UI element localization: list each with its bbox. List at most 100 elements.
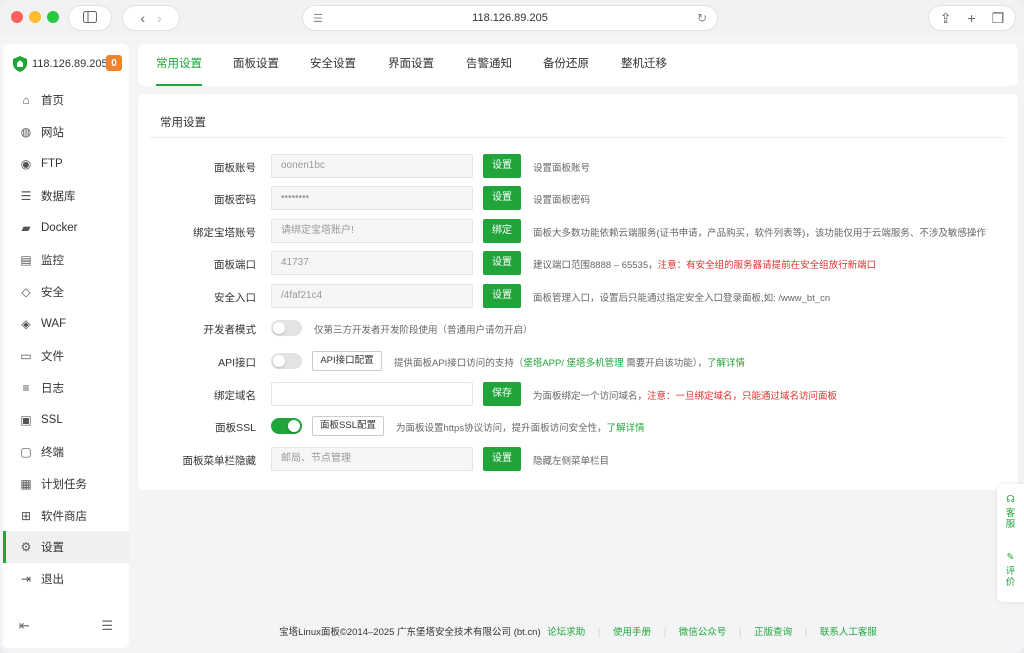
sidebar-item-home[interactable]: ⌂ 首页 bbox=[3, 84, 129, 116]
sidebar: 118.126.89.205 0 ⌂ 首页 ◍ 网站 ◉ FTP ☰ 数据库 ▰ Dock… bbox=[3, 44, 129, 648]
page-footer: 宝塔Linux面板©2014–2025 广东堡塔安全技术有限公司 (bt.cn)… bbox=[279, 627, 877, 638]
bt-multi-link[interactable]: 堡塔多机管理 bbox=[567, 358, 624, 369]
footer-link-genuine[interactable]: 正版查询 bbox=[754, 627, 792, 638]
toolbar-right: ⇪ + ❐ bbox=[928, 5, 1016, 31]
domain-input[interactable] bbox=[271, 382, 473, 406]
customer-service-button[interactable]: ☊ 客服 bbox=[997, 494, 1024, 530]
ssl-learn-more-link[interactable]: 了解详情 bbox=[607, 423, 645, 434]
bind-button[interactable]: 绑定 bbox=[483, 219, 521, 243]
feedback-button[interactable]: ✎ 评价 bbox=[997, 552, 1024, 588]
log-icon: ≡ bbox=[22, 381, 30, 395]
forward-icon[interactable]: › bbox=[157, 11, 162, 25]
copyright: 宝塔Linux面板©2014–2025 广东堡塔安全技术有限公司 (bt.cn) bbox=[279, 627, 541, 638]
row-bind-domain: 绑定域名 保存 为面板绑定一个访问域名，注意：一旦绑定域名，只能通过域名访问面板 bbox=[138, 382, 1018, 408]
title-bar: ‹ › ☰ 118.126.89.205 ↻ ⇪ + ❐ bbox=[0, 0, 1024, 36]
password-input[interactable]: •••••••• bbox=[271, 186, 473, 210]
share-icon[interactable]: ⇪ bbox=[940, 11, 952, 25]
bind-account-input[interactable]: 请绑定宝塔账户! bbox=[271, 219, 473, 243]
collapse-sidebar-icon[interactable]: ⇤ bbox=[19, 618, 30, 634]
row-panel-port: 面板端口 41737 设置 建议端口范围8888 – 65535，注意：有安全组… bbox=[138, 251, 1018, 277]
sidebar-item-waf[interactable]: ◈ WAF bbox=[3, 308, 129, 340]
sidebar-item-logs[interactable]: ≡ 日志 bbox=[3, 372, 129, 404]
sidebar-item-terminal[interactable]: ▢ 终端 bbox=[3, 436, 129, 468]
minimize-window-button[interactable] bbox=[29, 11, 41, 23]
headset-icon: ☊ bbox=[1006, 494, 1015, 505]
ftp-icon: ◉ bbox=[20, 157, 32, 171]
url-text: 118.126.89.205 bbox=[472, 12, 548, 24]
terminal-icon: ▢ bbox=[20, 445, 32, 459]
sidebar-item-security[interactable]: ◇ 安全 bbox=[3, 276, 129, 308]
new-tab-icon[interactable]: + bbox=[967, 11, 975, 25]
developer-mode-toggle[interactable] bbox=[271, 320, 302, 336]
tab-backup[interactable]: 备份还原 bbox=[543, 44, 589, 86]
row-security-entry: 安全入口 /4faf21c4 设置 面板管理入口，设置后只能通过指定安全入口登录… bbox=[138, 284, 1018, 310]
task-icon: ▦ bbox=[20, 477, 32, 491]
sidebar-item-store[interactable]: ⊞ 软件商店 bbox=[3, 500, 129, 532]
row-api: API接口 API接口配置 提供面板API接口访问的支持（堡塔APP/ 堡塔多机… bbox=[138, 349, 1018, 375]
back-icon[interactable]: ‹ bbox=[140, 11, 145, 25]
address-bar[interactable]: ☰ 118.126.89.205 ↻ bbox=[302, 5, 718, 31]
row-developer-mode: 开发者模式 仅第三方开发者开发阶段使用（普通用户请勿开启） bbox=[138, 316, 1018, 342]
page-menu-icon[interactable]: ☰ bbox=[313, 12, 323, 25]
tabs-overview-icon[interactable]: ❐ bbox=[992, 11, 1005, 25]
footer-link-manual[interactable]: 使用手册 bbox=[613, 627, 651, 638]
row-panel-account: 面板账号 oonen1bc 设置 设置面板账号 bbox=[138, 154, 1018, 180]
sidebar-toggle-button[interactable] bbox=[68, 5, 112, 31]
port-input[interactable]: 41737 bbox=[271, 251, 473, 275]
notification-badge[interactable]: 0 bbox=[106, 55, 122, 71]
bt-app-link[interactable]: 堡塔APP/ bbox=[523, 358, 564, 369]
port-set-button[interactable]: 设置 bbox=[483, 251, 521, 275]
panel-title: 常用设置 bbox=[160, 117, 206, 129]
waf-icon: ◈ bbox=[21, 317, 31, 331]
sidebar-item-ftp[interactable]: ◉ FTP bbox=[3, 148, 129, 180]
footer-link-support[interactable]: 联系人工客服 bbox=[820, 627, 877, 638]
password-set-button[interactable]: 设置 bbox=[483, 186, 521, 210]
folder-icon: ▭ bbox=[20, 349, 32, 363]
tab-alerts[interactable]: 告警通知 bbox=[466, 44, 512, 86]
tab-common[interactable]: 常用设置 bbox=[156, 44, 202, 86]
account-input[interactable]: oonen1bc bbox=[271, 154, 473, 178]
sidebar-item-docker[interactable]: ▰ Docker bbox=[3, 212, 129, 244]
sidebar-item-monitor[interactable]: ▤ 监控 bbox=[3, 244, 129, 276]
tab-panel[interactable]: 面板设置 bbox=[233, 44, 279, 86]
sidebar-item-cron[interactable]: ▦ 计划任务 bbox=[3, 468, 129, 500]
logout-icon: ⇥ bbox=[20, 572, 32, 586]
entry-set-button[interactable]: 设置 bbox=[483, 284, 521, 308]
ssl-icon: ▣ bbox=[20, 413, 32, 427]
panel-ssl-toggle[interactable] bbox=[271, 418, 302, 434]
database-icon: ☰ bbox=[20, 189, 32, 203]
ssl-config-button[interactable]: 面板SSL配置 bbox=[312, 416, 384, 436]
api-learn-more-link[interactable]: 了解详情 bbox=[707, 358, 745, 369]
sidebar-item-website[interactable]: ◍ 网站 bbox=[3, 116, 129, 148]
domain-save-button[interactable]: 保存 bbox=[483, 382, 521, 406]
menu-hide-select[interactable]: 邮局、节点管理 bbox=[271, 447, 473, 471]
entry-input[interactable]: /4faf21c4 bbox=[271, 284, 473, 308]
sidebar-item-files[interactable]: ▭ 文件 bbox=[3, 340, 129, 372]
close-window-button[interactable] bbox=[11, 11, 23, 23]
sidebar-item-database[interactable]: ☰ 数据库 bbox=[3, 180, 129, 212]
tab-security[interactable]: 安全设置 bbox=[310, 44, 356, 86]
sidebar-item-settings[interactable]: ⚙ 设置 bbox=[3, 531, 129, 563]
tab-interface[interactable]: 界面设置 bbox=[388, 44, 434, 86]
api-config-button[interactable]: API接口配置 bbox=[312, 351, 382, 371]
tab-migration[interactable]: 整机迁移 bbox=[621, 44, 667, 86]
common-settings-panel: 常用设置 面板账号 oonen1bc 设置 设置面板账号 面板密码 ••••••… bbox=[138, 94, 1018, 490]
globe-icon: ◍ bbox=[20, 125, 32, 139]
footer-link-wechat[interactable]: 微信公众号 bbox=[679, 627, 727, 638]
menu-list-icon[interactable]: ☰ bbox=[101, 618, 113, 634]
grid-icon: ⊞ bbox=[20, 509, 32, 523]
settings-tabs: 常用设置 面板设置 安全设置 界面设置 告警通知 备份还原 整机迁移 bbox=[138, 44, 1018, 86]
bt-logo-icon bbox=[13, 56, 27, 72]
browser-window: ‹ › ☰ 118.126.89.205 ↻ ⇪ + ❐ 118.126.89.… bbox=[0, 0, 1024, 653]
nav-buttons: ‹ › bbox=[122, 5, 180, 31]
zoom-window-button[interactable] bbox=[47, 11, 59, 23]
reload-icon[interactable]: ↻ bbox=[697, 11, 707, 25]
sidebar-icon bbox=[83, 11, 97, 25]
account-set-button[interactable]: 设置 bbox=[483, 154, 521, 178]
sidebar-item-logout[interactable]: ⇥ 退出 bbox=[3, 563, 129, 595]
row-panel-ssl: 面板SSL 面板SSL配置 为面板设置https协议访问，提升面板访问安全性，了… bbox=[138, 414, 1018, 440]
menu-hide-set-button[interactable]: 设置 bbox=[483, 447, 521, 471]
footer-link-forum[interactable]: 论坛求助 bbox=[547, 627, 585, 638]
sidebar-item-ssl[interactable]: ▣ SSL bbox=[3, 404, 129, 436]
api-toggle[interactable] bbox=[271, 353, 302, 369]
